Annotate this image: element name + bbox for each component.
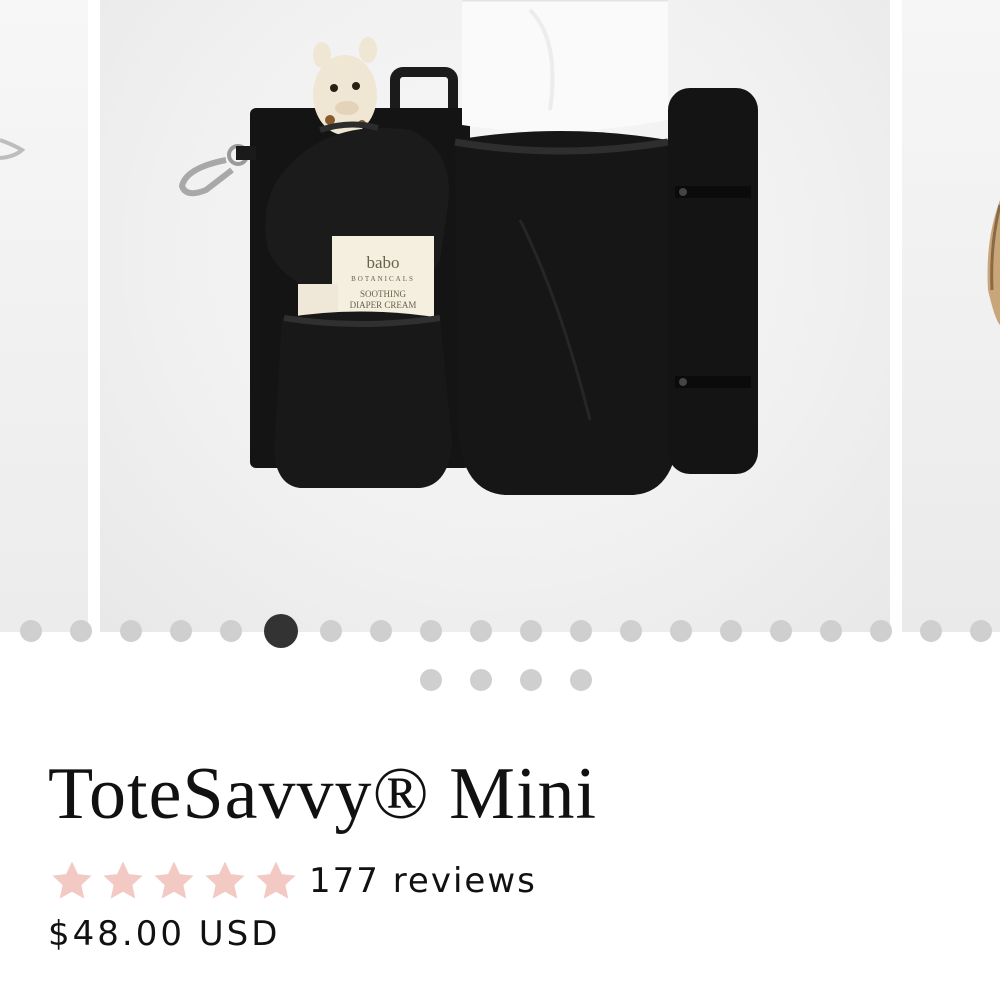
diaper-bag-organizer-image: babo BOTANICALS SOOTHING DIAPER CREAM (0, 0, 1000, 495)
pagination-dot[interactable] (570, 620, 592, 642)
star-rating (48, 858, 303, 904)
pagination-dot[interactable] (420, 620, 442, 642)
product-rating[interactable]: 177 reviews (48, 858, 537, 904)
reviews-count-link[interactable]: 177 reviews (309, 861, 537, 901)
product-price: $48.00 USD (48, 914, 281, 954)
pagination-dot-active[interactable] (264, 614, 298, 648)
pagination-dot[interactable] (520, 620, 542, 642)
cream-line1-text: SOOTHING (360, 289, 406, 299)
pagination-dot[interactable] (970, 620, 992, 642)
pagination-dot[interactable] (20, 620, 42, 642)
pagination-dot[interactable] (520, 669, 542, 691)
pagination-dot[interactable] (470, 669, 492, 691)
pagination-dot[interactable] (470, 620, 492, 642)
pagination-dot[interactable] (870, 620, 892, 642)
star-icon (154, 861, 194, 899)
pagination-dot[interactable] (220, 620, 242, 642)
star-icon (103, 861, 143, 899)
cream-line2-text: DIAPER CREAM (350, 300, 417, 310)
pagination-dot[interactable] (170, 620, 192, 642)
star-icon (205, 861, 245, 899)
star-icon (52, 861, 92, 899)
pagination-dot[interactable] (820, 620, 842, 642)
product-title: ToteSavvy® Mini (48, 753, 598, 835)
pagination-dot[interactable] (670, 620, 692, 642)
pagination-dot[interactable] (320, 620, 342, 642)
pagination-dot[interactable] (120, 620, 142, 642)
star-icon (256, 861, 296, 899)
pagination-dot[interactable] (70, 620, 92, 642)
pagination-dot[interactable] (420, 669, 442, 691)
pagination-dot[interactable] (720, 620, 742, 642)
pagination-dot[interactable] (620, 620, 642, 642)
product-image-carousel[interactable]: babo BOTANICALS SOOTHING DIAPER CREAM (0, 0, 1000, 632)
pagination-dot[interactable] (770, 620, 792, 642)
pagination-dot[interactable] (570, 669, 592, 691)
pagination-dot[interactable] (370, 620, 392, 642)
carousel-pagination-row-2 (0, 660, 1000, 700)
cream-brand-text: babo (366, 253, 399, 272)
carousel-pagination (0, 611, 1000, 651)
cream-sub-text: BOTANICALS (351, 275, 415, 283)
pagination-dot[interactable] (920, 620, 942, 642)
